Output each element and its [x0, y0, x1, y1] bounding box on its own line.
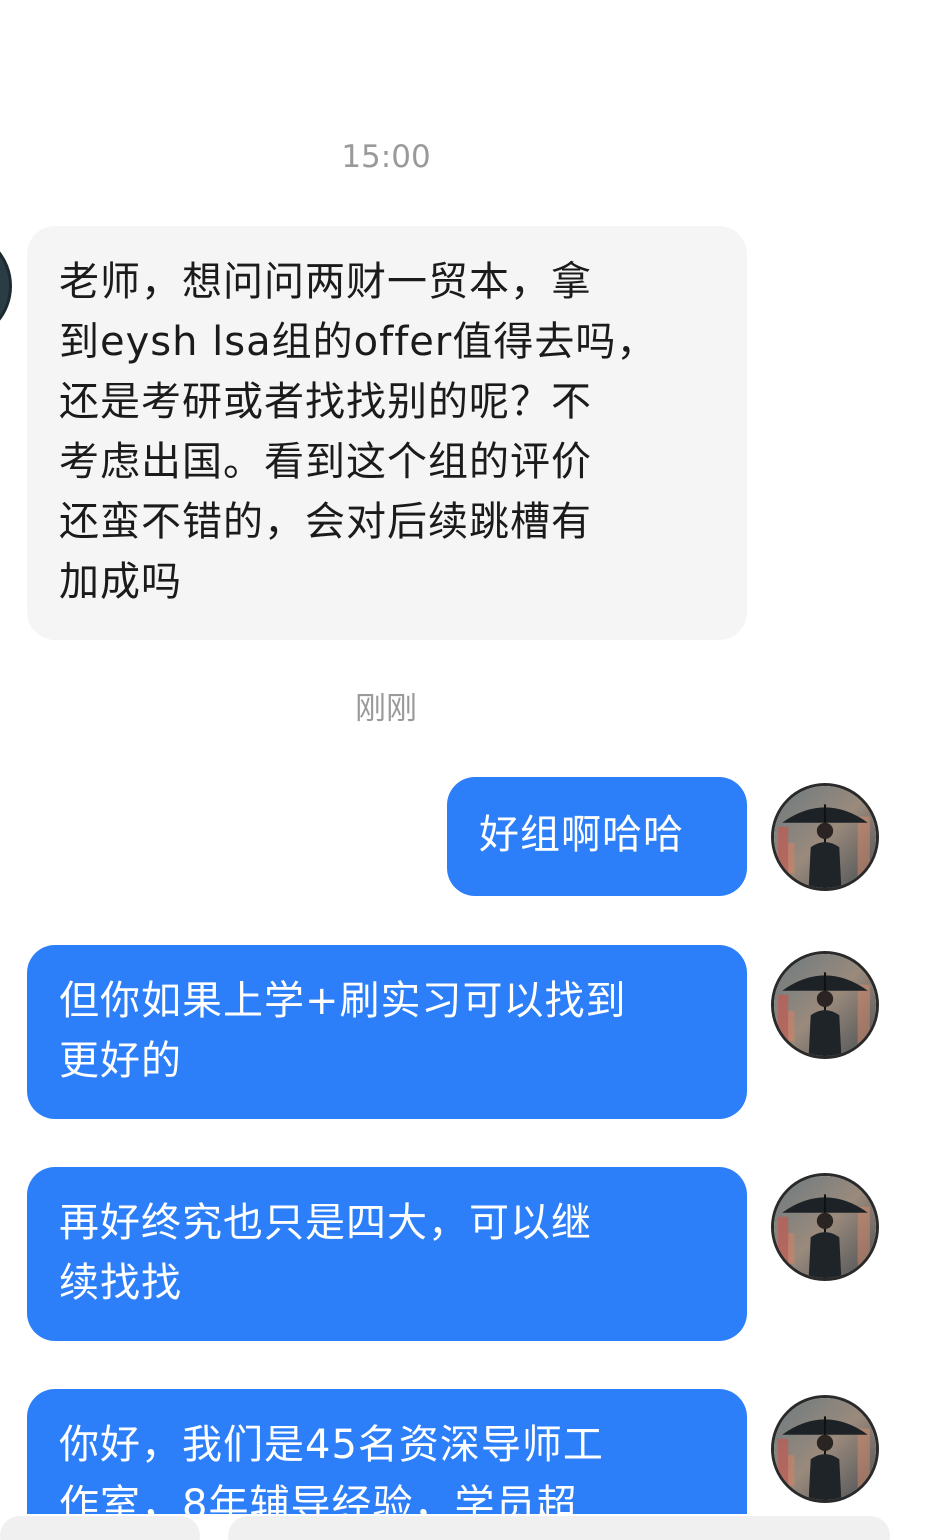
avatar-man-with-umbrella-icon — [774, 786, 876, 888]
user-avatar[interactable] — [771, 1173, 879, 1281]
outgoing-message-bubble[interactable]: 但你如果上学+刷实习可以找到 更好的 — [27, 945, 747, 1119]
avatar-man-with-umbrella-icon — [774, 1398, 876, 1500]
avatar-man-with-umbrella-icon — [774, 954, 876, 1056]
toolbar-button[interactable] — [0, 1516, 200, 1540]
outgoing-message-bubble[interactable]: 好组啊哈哈 — [447, 777, 747, 896]
user-avatar[interactable] — [771, 1395, 879, 1503]
user-avatar[interactable] — [771, 783, 879, 891]
avatar-man-with-umbrella-icon — [774, 1176, 876, 1278]
incoming-message-bubble[interactable]: 老师，想问问两财一贸本，拿 到eysh lsa组的offer值得去吗， 还是考研… — [27, 226, 747, 640]
contact-avatar[interactable] — [0, 230, 12, 342]
message-timestamp: 刚刚 — [355, 691, 417, 727]
chat-screen: 15:00 老师，想问问两财一贸本，拿 到eysh lsa组的offer值得去吗… — [0, 0, 926, 1540]
message-timestamp: 15:00 — [341, 139, 431, 175]
user-avatar[interactable] — [771, 951, 879, 1059]
message-input-bar[interactable] — [228, 1516, 890, 1540]
outgoing-message-bubble[interactable]: 再好终究也只是四大，可以继 续找找 — [27, 1167, 747, 1341]
